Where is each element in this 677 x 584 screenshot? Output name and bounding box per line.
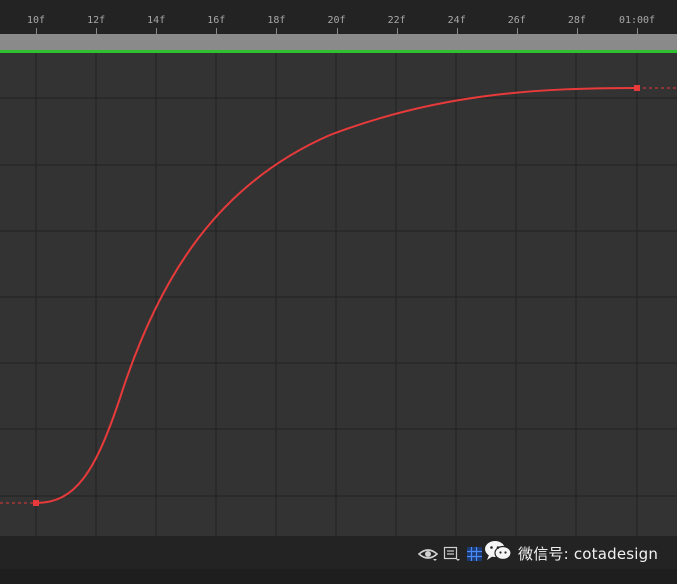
ruler-tick-label: 16f	[207, 15, 226, 26]
graph-canvas[interactable]	[0, 53, 677, 536]
bottom-strip	[0, 569, 677, 584]
ruler-tick-label: 12f	[87, 15, 106, 26]
ruler-tick-label: 24f	[447, 15, 466, 26]
graph-editor[interactable]	[0, 53, 677, 536]
ruler-tick-label: 20f	[327, 15, 346, 26]
watermark-text: 微信号: cotadesign	[518, 544, 659, 563]
ruler-tick-label: 01:00f	[618, 15, 656, 26]
ruler-tick-label: 18f	[267, 15, 286, 26]
work-area-bar[interactable]	[0, 34, 677, 50]
keyframe-end[interactable]	[634, 85, 640, 91]
keyframe-start[interactable]	[33, 500, 39, 506]
graph-type-icon[interactable]	[443, 545, 461, 563]
ruler-tick-label: 28f	[567, 15, 586, 26]
wechat-icon	[484, 540, 512, 566]
ruler-tick-label: 22f	[387, 15, 406, 26]
time-ruler[interactable]: 10f 12f 14f 16f 18f 20f 22f 24f 26f 28f 01:00f	[0, 0, 677, 34]
snap-grid-icon[interactable]	[466, 545, 484, 563]
watermark: 微信号: cotadesign	[484, 541, 658, 565]
eye-icon[interactable]	[418, 545, 438, 563]
graph-grid	[0, 53, 677, 536]
ruler-tick-label: 14f	[147, 15, 166, 26]
ruler-tick-label: 26f	[507, 15, 526, 26]
ruler-tick-label: 10f	[26, 15, 46, 26]
